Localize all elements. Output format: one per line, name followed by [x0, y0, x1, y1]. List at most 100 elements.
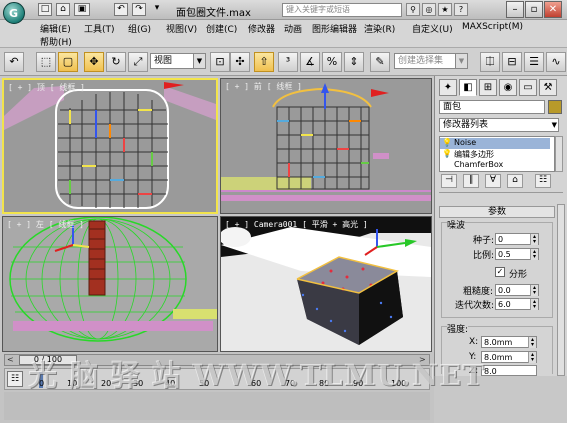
pivot-center-icon[interactable]: ⊡	[210, 52, 230, 72]
create-tab-icon[interactable]: ✦	[439, 79, 457, 96]
motion-tab-icon[interactable]: ◉	[499, 79, 517, 96]
edit-named-sets-icon[interactable]: ✎	[370, 52, 390, 72]
stack-scrollbar[interactable]	[555, 136, 563, 172]
menu-maxscript[interactable]: MAXScript(M)	[462, 22, 523, 32]
menu-graph-editors[interactable]: 图形编辑器	[312, 22, 357, 35]
viewport-camera[interactable]: [ + ] Camera001 [ 平滑 + 高光 ]	[220, 216, 432, 352]
iterations-spinner[interactable]: 6.0 ▴ ▾	[495, 298, 539, 310]
select-object-icon[interactable]: ⬚	[36, 52, 56, 72]
menu-modifiers[interactable]: 修改器	[248, 22, 275, 35]
layer-manager-icon[interactable]: ☰	[524, 52, 544, 72]
front-view-wireframe	[221, 83, 431, 201]
params-rollout-header[interactable]: 参数	[439, 206, 555, 218]
panel-scrollbar[interactable]	[557, 204, 565, 376]
strength-x-spinner[interactable]: 8.0mm ▴ ▾	[481, 336, 537, 348]
keyboard-shortcut-icon[interactable]: ⇧	[254, 52, 274, 72]
select-move-icon[interactable]: ✥	[84, 52, 104, 72]
search-icon[interactable]: ⚲	[406, 3, 420, 16]
menu-tools[interactable]: 工具(T)	[84, 22, 115, 35]
pin-stack-icon[interactable]: ⊣	[441, 174, 457, 188]
named-selection-set-select[interactable]: 创建选择集 ▼	[394, 53, 468, 69]
modifier-list-select[interactable]: 修改器列表 ▼	[439, 118, 559, 132]
qa-dropdown-icon[interactable]: ▾	[150, 3, 164, 16]
show-end-result-icon[interactable]: ∥	[463, 174, 479, 188]
stack-item-edit-poly[interactable]: 💡 编辑多边形	[440, 149, 550, 160]
watermark-text: 光 脑 驿 站 WWW.TLMU.NET	[28, 358, 485, 392]
seed-label: 种子:	[473, 236, 495, 246]
viewport-front-label[interactable]: [ + ] 前 [ 线框 ]	[225, 81, 302, 92]
display-tab-icon[interactable]: ▭	[519, 79, 537, 96]
angle-snap-icon[interactable]: ∡	[300, 52, 320, 72]
utilities-tab-icon[interactable]: ⚒	[539, 79, 557, 96]
snap-toggle-icon[interactable]: ³	[278, 52, 298, 72]
help-icon[interactable]: ?	[454, 3, 468, 16]
make-unique-icon[interactable]: ∀	[485, 174, 501, 188]
modifier-stack: 💡 Noise 💡 编辑多边形 ChamferBox	[439, 136, 555, 172]
open-icon[interactable]: ⌂	[56, 3, 70, 16]
select-scale-icon[interactable]: ⤢	[128, 52, 148, 72]
strength-group-label: 强度:	[447, 322, 469, 335]
top-view-wireframe	[4, 82, 216, 209]
time-slider-left-arrow[interactable]: <	[7, 355, 14, 364]
scale-label: 比例:	[473, 251, 495, 261]
menu-group[interactable]: 组(G)	[128, 22, 151, 35]
menu-edit[interactable]: 编辑(E)	[40, 22, 71, 35]
curve-editor-icon[interactable]: ∿	[546, 52, 566, 72]
select-region-icon[interactable]: ▢	[58, 52, 78, 72]
x-label: X:	[469, 337, 479, 347]
menu-help[interactable]: 帮助(H)	[40, 35, 72, 48]
title-bar: □ ⌂ ▣ ↶ ↷ ▾ 面包圈文件.max 键入关键字或短语 ⚲ ◎ ★ ? –…	[0, 0, 567, 20]
spinner-snap-icon[interactable]: ⇕	[344, 52, 364, 72]
noise-group-label: 噪波	[447, 218, 466, 231]
object-color-swatch[interactable]	[548, 100, 562, 114]
percent-snap-icon[interactable]: %	[322, 52, 342, 72]
stack-item-chamferbox[interactable]: ChamferBox	[440, 160, 550, 171]
roughness-spinner[interactable]: 0.0 ▴ ▾	[495, 284, 539, 296]
select-rotate-icon[interactable]: ↻	[106, 52, 126, 72]
menu-rendering[interactable]: 渲染(R)	[364, 22, 395, 35]
main-toolbar: ↶ ⬚ ▢ ✥ ↻ ⤢ 视图 ▼ ⊡ ✣ ⇧ ³ ∡ % ⇕ ✎ 创建选择集 ▼ ⎅…	[0, 48, 567, 76]
track-bar-menu-icon[interactable]: ☷	[7, 371, 23, 387]
hierarchy-tab-icon[interactable]: ⊞	[479, 79, 497, 96]
remove-modifier-icon[interactable]: ⌂	[507, 174, 523, 188]
stack-item-noise[interactable]: 💡 Noise	[440, 138, 550, 149]
configure-sets-icon[interactable]: ☷	[535, 174, 551, 188]
iterations-label: 迭代次数:	[455, 301, 495, 311]
viewport-left[interactable]: [ + ] 左 [ 线框 ]	[2, 216, 218, 352]
status-bar	[4, 392, 430, 420]
close-button[interactable]: ✕	[544, 1, 562, 18]
strength-y-spinner[interactable]: 8.0mm ▴ ▾	[481, 351, 537, 363]
viewport-top-label[interactable]: [ + ] 顶 [ 线框 ]	[8, 82, 85, 93]
search-input[interactable]: 键入关键字或短语	[282, 3, 402, 17]
strength-z-spinner[interactable]: 8.0	[481, 365, 537, 376]
object-name-field[interactable]: 面包	[439, 100, 545, 114]
menu-create[interactable]: 创建(C)	[206, 22, 237, 35]
undo-scene-icon[interactable]: ↶	[4, 52, 24, 72]
app-logo-icon[interactable]: G	[3, 2, 25, 24]
modify-tab-icon[interactable]: ◧	[459, 79, 477, 96]
scale-spinner[interactable]: 0.5 ▴ ▾	[495, 248, 539, 260]
communication-center-icon[interactable]: ◎	[422, 3, 436, 16]
menu-customize[interactable]: 自定义(U)	[412, 22, 453, 35]
manipulate-icon[interactable]: ✣	[230, 52, 250, 72]
redo-icon[interactable]: ↷	[132, 3, 146, 16]
save-icon[interactable]: ▣	[74, 3, 90, 16]
viewport-front[interactable]: [ + ] 前 [ 线框 ]	[220, 78, 432, 214]
fractal-checkbox[interactable]: ✓	[495, 267, 505, 277]
viewport-left-label[interactable]: [ + ] 左 [ 线框 ]	[7, 219, 84, 230]
seed-spinner[interactable]: 0 ▴ ▾	[495, 233, 539, 245]
reference-coord-select[interactable]: 视图 ▼	[150, 53, 206, 69]
favorites-icon[interactable]: ★	[438, 3, 452, 16]
command-panel: ✦ ◧ ⊞ ◉ ▭ ⚒ 面包 修改器列表 ▼ 💡 Noise 💡 编辑多边形 Cham…	[434, 76, 567, 376]
menu-bar: 编辑(E) 工具(T) 组(G) 视图(V) 创建(C) 修改器 动画 图形编辑…	[0, 20, 567, 48]
menu-views[interactable]: 视图(V)	[166, 22, 197, 35]
new-icon[interactable]: □	[38, 3, 52, 16]
viewport-camera-label[interactable]: [ + ] Camera001 [ 平滑 + 高光 ]	[225, 219, 368, 230]
undo-icon[interactable]: ↶	[114, 3, 128, 16]
menu-animation[interactable]: 动画	[284, 22, 302, 35]
minimize-button[interactable]: –	[506, 1, 524, 18]
align-icon[interactable]: ⊟	[502, 52, 522, 72]
restore-button[interactable]: ▫	[525, 1, 543, 18]
mirror-icon[interactable]: ⎅	[480, 52, 500, 72]
viewport-top[interactable]: [ + ] 顶 [ 线框 ]	[2, 78, 218, 214]
